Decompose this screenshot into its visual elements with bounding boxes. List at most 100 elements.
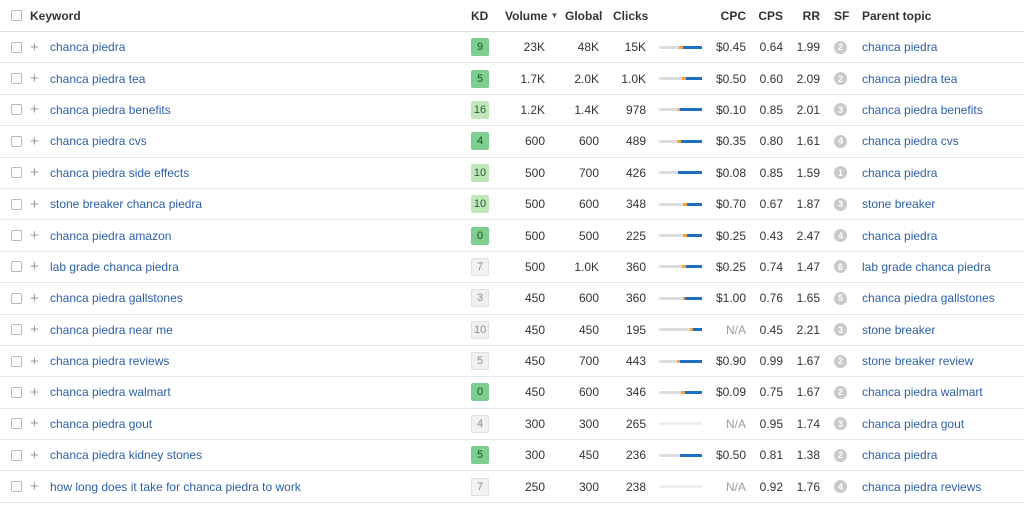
keyword-link[interactable]: chanca piedra cvs: [50, 134, 147, 148]
parent-topic-link[interactable]: lab grade chanca piedra: [862, 260, 991, 274]
serp-features-badge[interactable]: 2: [834, 72, 847, 86]
parent-topic-link[interactable]: stone breaker: [862, 323, 935, 337]
add-keyword-icon[interactable]: +: [30, 440, 39, 470]
serp-features-badge[interactable]: 2: [834, 40, 847, 54]
keyword-link[interactable]: chanca piedra gallstones: [50, 291, 183, 305]
cps-value: 0.74: [759, 259, 783, 274]
parent-topic-link[interactable]: chanca piedra: [862, 229, 937, 243]
keyword-link[interactable]: how long does it take for chanca piedra …: [50, 480, 301, 494]
keyword-link[interactable]: chanca piedra kidney stones: [50, 448, 202, 462]
column-parent-topic[interactable]: Parent topic: [862, 0, 931, 31]
parent-topic-link[interactable]: chanca piedra reviews: [862, 480, 981, 494]
clicks-bar: [659, 346, 702, 376]
add-keyword-icon[interactable]: +: [30, 220, 39, 250]
parent-topic-link[interactable]: stone breaker: [862, 197, 935, 211]
row-checkbox[interactable]: [11, 409, 22, 439]
kd-badge: 9: [471, 38, 489, 57]
select-all-checkbox[interactable]: [11, 0, 22, 31]
keyword-link[interactable]: chanca piedra tea: [50, 72, 145, 86]
serp-features-badge[interactable]: 2: [834, 385, 847, 399]
column-volume[interactable]: Volume ▼: [505, 0, 558, 31]
parent-topic-link[interactable]: stone breaker review: [862, 354, 973, 368]
row-checkbox[interactable]: [11, 126, 22, 156]
row-checkbox[interactable]: [11, 63, 22, 93]
add-keyword-icon[interactable]: +: [30, 189, 39, 219]
serp-features-badge[interactable]: 3: [834, 103, 847, 117]
add-keyword-icon[interactable]: +: [30, 315, 39, 345]
keyword-link[interactable]: stone breaker chanca piedra: [50, 197, 202, 211]
serp-features-badge[interactable]: 2: [834, 448, 847, 462]
parent-topic-link[interactable]: chanca piedra cvs: [862, 134, 959, 148]
keyword-link[interactable]: chanca piedra near me: [50, 323, 173, 337]
row-checkbox[interactable]: [11, 283, 22, 313]
keyword-link[interactable]: chanca piedra benefits: [50, 103, 171, 117]
column-clicks[interactable]: Clicks: [613, 0, 648, 31]
add-keyword-icon[interactable]: +: [30, 283, 39, 313]
parent-topic-link[interactable]: chanca piedra tea: [862, 72, 957, 86]
add-keyword-icon[interactable]: +: [30, 95, 39, 125]
parent-topic-link[interactable]: chanca piedra benefits: [862, 103, 983, 117]
column-kd[interactable]: KD: [471, 0, 488, 31]
serp-features-badge[interactable]: 4: [834, 480, 847, 494]
column-keyword[interactable]: Keyword: [30, 0, 81, 31]
row-checkbox[interactable]: [11, 158, 22, 188]
keyword-link[interactable]: chanca piedra amazon: [50, 229, 171, 243]
clicks-value: 489: [625, 134, 646, 149]
rr-value: 1.59: [796, 165, 820, 180]
serp-features-badge[interactable]: 4: [834, 229, 847, 243]
keyword-link[interactable]: chanca piedra reviews: [50, 354, 169, 368]
parent-topic-link[interactable]: chanca piedra: [862, 448, 937, 462]
serp-features-badge[interactable]: 2: [834, 354, 847, 368]
serp-features-badge[interactable]: 3: [834, 417, 847, 431]
column-cpc[interactable]: CPC: [700, 0, 746, 31]
add-keyword-icon[interactable]: +: [30, 377, 39, 407]
table-row: + chanca piedra kidney stones 5 300 450 …: [0, 440, 1024, 472]
keyword-link[interactable]: chanca piedra side effects: [50, 166, 189, 180]
parent-topic-link[interactable]: chanca piedra gout: [862, 417, 964, 431]
row-checkbox[interactable]: [11, 189, 22, 219]
serp-features-badge[interactable]: 5: [834, 291, 847, 305]
row-checkbox[interactable]: [11, 252, 22, 282]
row-checkbox[interactable]: [11, 377, 22, 407]
clicks-bar: [659, 220, 702, 250]
add-keyword-icon[interactable]: +: [30, 32, 39, 62]
add-keyword-icon[interactable]: +: [30, 409, 39, 439]
column-rr[interactable]: RR: [790, 0, 820, 31]
serp-features-badge[interactable]: 6: [834, 260, 847, 274]
row-checkbox[interactable]: [11, 315, 22, 345]
add-keyword-icon[interactable]: +: [30, 126, 39, 156]
serp-features-badge[interactable]: 1: [834, 166, 847, 180]
keyword-link[interactable]: chanca piedra: [50, 40, 125, 54]
serp-features-badge[interactable]: 3: [834, 197, 847, 211]
serp-features-badge[interactable]: 4: [834, 134, 847, 148]
add-keyword-icon[interactable]: +: [30, 158, 39, 188]
column-sf[interactable]: SF: [834, 0, 849, 31]
row-checkbox[interactable]: [11, 471, 22, 501]
row-checkbox[interactable]: [11, 346, 22, 376]
add-keyword-icon[interactable]: +: [30, 252, 39, 282]
add-keyword-icon[interactable]: +: [30, 63, 39, 93]
parent-topic-link[interactable]: chanca piedra walmart: [862, 385, 983, 399]
row-checkbox[interactable]: [11, 220, 22, 250]
keyword-link[interactable]: lab grade chanca piedra: [50, 260, 179, 274]
column-cps[interactable]: CPS: [750, 0, 783, 31]
parent-topic-link[interactable]: chanca piedra gallstones: [862, 291, 995, 305]
volume-value: 500: [524, 197, 545, 212]
clicks-value: 443: [625, 354, 646, 369]
serp-features-badge[interactable]: 3: [834, 323, 847, 337]
volume-value: 450: [524, 385, 545, 400]
row-checkbox[interactable]: [11, 32, 22, 62]
row-checkbox[interactable]: [11, 95, 22, 125]
column-global[interactable]: Global: [565, 0, 602, 31]
global-value: 600: [578, 385, 599, 400]
keyword-link[interactable]: chanca piedra gout: [50, 417, 152, 431]
cps-value: 0.67: [759, 197, 783, 212]
add-keyword-icon[interactable]: +: [30, 471, 39, 501]
parent-topic-link[interactable]: chanca piedra: [862, 166, 937, 180]
row-checkbox[interactable]: [11, 440, 22, 470]
parent-topic-link[interactable]: chanca piedra: [862, 40, 937, 54]
keyword-link[interactable]: chanca piedra walmart: [50, 385, 171, 399]
add-keyword-icon[interactable]: +: [30, 346, 39, 376]
rr-value: 1.47: [796, 259, 820, 274]
kd-badge: 10: [471, 195, 489, 214]
